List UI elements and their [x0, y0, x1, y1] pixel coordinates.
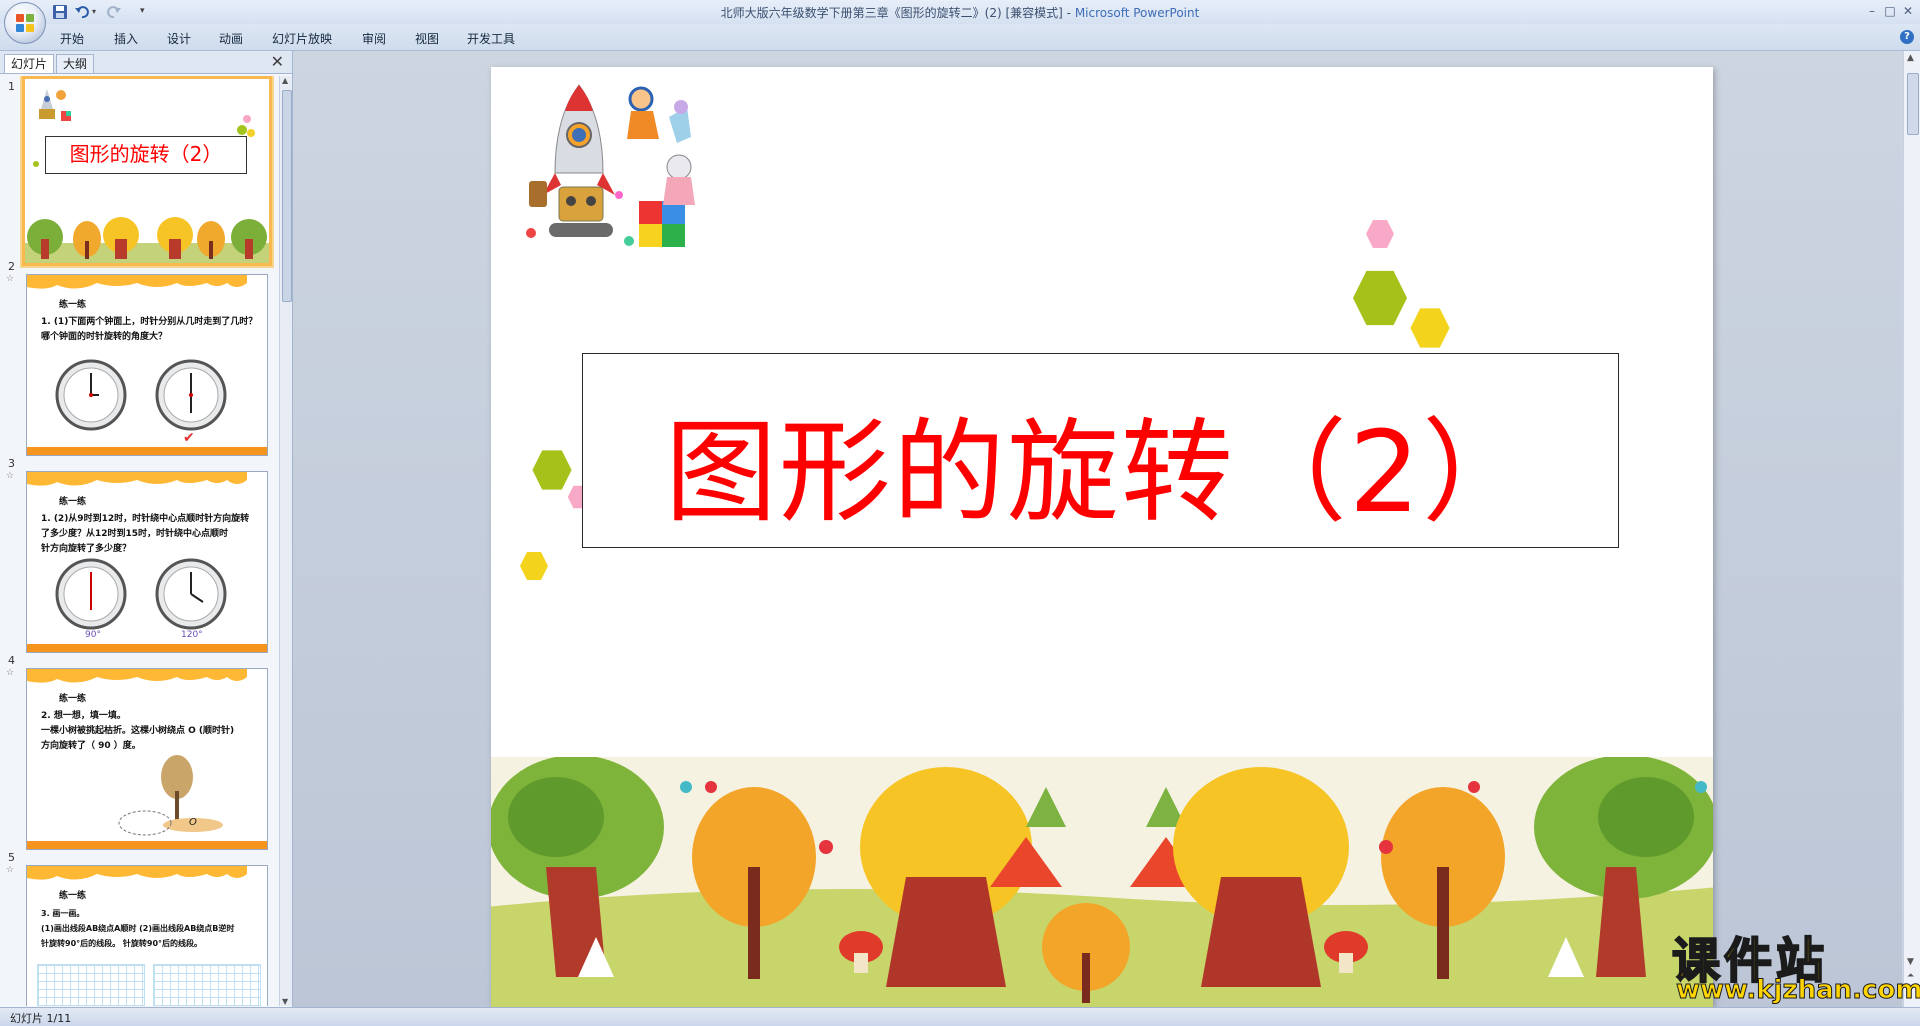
minimize-button[interactable]: – — [1862, 2, 1882, 20]
clock-icon — [155, 359, 227, 431]
slide-thumbnail-3[interactable]: 练一练 1. (2)从9时到12时，时针绕中心点顺时针方向旋转 了多少度？从12… — [26, 471, 268, 653]
decor-dot — [243, 115, 251, 123]
title-bar: ▾ ▾ 北师大版六年级数学下册第三章《图形的旋转二》(2) [兼容模式] - M… — [0, 0, 1920, 44]
panel-tabs: 幻灯片 大纲 ✕ — [0, 51, 292, 74]
thumb-body: 2. 想一想，填一填。 一棵小树被挑起枯折。这棵小树绕点 O (顺时针) 方向旋… — [41, 711, 235, 751]
scroll-down-icon[interactable]: ▼ — [1907, 957, 1914, 967]
thumb-number: 5 — [8, 851, 15, 864]
clock-icon — [55, 558, 127, 630]
animation-star-icon: ☆ — [6, 865, 15, 875]
grid-paper — [153, 964, 261, 1006]
decor-dot — [33, 161, 39, 167]
tab-outline[interactable]: 大纲 — [56, 54, 95, 73]
footer-bar — [27, 841, 267, 849]
scroll-up-icon[interactable]: ▲ — [1907, 53, 1914, 63]
footer-bar — [27, 644, 267, 652]
thumbnail-scrollbar[interactable]: ▲ ▼ — [279, 76, 292, 1006]
astronaut-illustration — [39, 89, 71, 121]
thumb-header: 练一练 — [59, 891, 87, 901]
scroll-up-icon[interactable]: ▲ — [282, 76, 288, 85]
header-drip-decor — [27, 866, 247, 880]
ribbon-tabs: 开始 插入 设计 动画 幻灯片放映 审阅 视图 开发工具 ? — [0, 24, 1920, 51]
tab-slides[interactable]: 幻灯片 — [4, 54, 55, 73]
thumb-number: 1 — [8, 80, 15, 93]
thumb-title: 图形的旋转（2） — [69, 142, 223, 166]
green-hexagon — [1352, 270, 1408, 326]
watermark-url: www.kjzhan.com — [1675, 975, 1920, 1006]
header-drip-decor — [27, 669, 247, 683]
thumb-body: 3. 画一画。 (1)画出线段AB绕点A顺时 (2)画出线段AB绕点B逆时 针旋转… — [41, 909, 235, 948]
scroll-down-icon[interactable]: ▼ — [282, 997, 288, 1006]
thumbnail-list: 1 图形的旋转（2） 2 ☆ 练一练 1. (1)下面两个钟面上，时针分别从几时… — [0, 76, 278, 1006]
tab-insert[interactable]: 插入 — [114, 30, 138, 47]
angle-label: 120° — [181, 630, 203, 640]
tab-view[interactable]: 视图 — [415, 30, 439, 47]
animation-star-icon: ☆ — [6, 274, 15, 284]
window-title: 北师大版六年级数学下册第三章《图形的旋转二》(2) [兼容模式] - Micro… — [720, 6, 1200, 20]
slide-canvas[interactable]: 图形的旋转（2） — [491, 67, 1713, 1007]
grid-paper — [37, 964, 145, 1006]
scroll-thumb[interactable] — [1907, 73, 1919, 135]
tab-design[interactable]: 设计 — [167, 30, 191, 47]
thumb-number: 3 — [8, 457, 15, 470]
yellow-hexagon — [520, 552, 548, 580]
tab-slideshow[interactable]: 幻灯片放映 — [272, 30, 332, 47]
animation-star-icon: ☆ — [6, 668, 15, 678]
thumb-header: 练一练 — [59, 300, 87, 310]
forest-illustration-small — [25, 217, 269, 263]
status-bar: 幻灯片 1/11 — [0, 1007, 1920, 1026]
panel-close-icon[interactable]: ✕ — [271, 53, 284, 71]
tree-rotation-illustration — [118, 755, 223, 836]
decor-dot — [237, 125, 247, 135]
thumb-header: 练一练 — [59, 694, 87, 704]
office-button[interactable] — [4, 2, 46, 44]
thumb-body: 1. (2)从9时到12时，时针绕中心点顺时针方向旋转 了多少度？从12时到15… — [41, 514, 250, 554]
angle-label: 90° — [85, 630, 101, 640]
slide-editing-area: 图形的旋转（2） — [293, 51, 1902, 1007]
tab-home[interactable]: 开始 — [60, 30, 84, 47]
slide-thumbnail-2[interactable]: 练一练 1. (1)下面两个钟面上，时针分别从几时走到了几时？ 哪个钟面的时针旋… — [26, 274, 268, 456]
tab-animation[interactable]: 动画 — [219, 30, 243, 47]
help-icon[interactable]: ? — [1900, 30, 1914, 44]
thumb-body: 1. (1)下面两个钟面上，时针分别从几时走到了几时？ 哪个钟面的时针旋转的角度… — [41, 317, 258, 342]
clock-icon — [155, 558, 227, 630]
maximize-button[interactable]: □ — [1880, 2, 1900, 20]
close-button[interactable]: ✕ — [1898, 2, 1918, 20]
thumb-number: 2 — [8, 260, 15, 273]
rocket-kids-illustration — [526, 84, 695, 247]
title-placeholder[interactable]: 图形的旋转（2） — [582, 353, 1619, 548]
slide-scrollbar[interactable]: ▲ ▼ ⏶ ⏷ — [1903, 51, 1920, 1007]
yellow-hexagon — [1410, 308, 1450, 348]
thumb-header: 练一练 — [59, 497, 87, 507]
office-logo-icon — [16, 14, 34, 32]
slides-panel: 幻灯片 大纲 ✕ 1 图形的旋转（2） 2 ☆ 练一练 1. (1)下面两个钟面… — [0, 51, 293, 1007]
footer-bar — [27, 447, 267, 455]
header-drip-decor — [27, 472, 247, 486]
slide-thumbnail-5[interactable]: 练一练 3. 画一画。 (1)画出线段AB绕点A顺时 (2)画出线段AB绕点B逆时… — [26, 865, 268, 1006]
point-label: O — [189, 817, 197, 828]
slide-counter: 幻灯片 1/11 — [10, 1012, 72, 1025]
checkmark-icon: ✔ — [183, 430, 195, 446]
tab-developer[interactable]: 开发工具 — [467, 30, 515, 47]
pink-hexagon — [1366, 220, 1394, 248]
thumb-title-box: 图形的旋转（2） — [45, 136, 247, 174]
header-drip-decor — [27, 275, 247, 289]
forest-illustration — [491, 757, 1713, 1007]
slide-title[interactable]: 图形的旋转（2） — [583, 382, 1618, 544]
decor-dot — [247, 129, 255, 137]
thumb-number: 4 — [8, 654, 15, 667]
slide-thumbnail-4[interactable]: 练一练 2. 想一想，填一填。 一棵小树被挑起枯折。这棵小树绕点 O (顺时针)… — [26, 668, 268, 850]
clock-icon — [55, 359, 127, 431]
animation-star-icon: ☆ — [6, 471, 15, 481]
tab-review[interactable]: 审阅 — [362, 30, 386, 47]
scroll-thumb[interactable] — [282, 90, 292, 302]
slide-thumbnail-1[interactable]: 图形的旋转（2） — [22, 76, 272, 266]
